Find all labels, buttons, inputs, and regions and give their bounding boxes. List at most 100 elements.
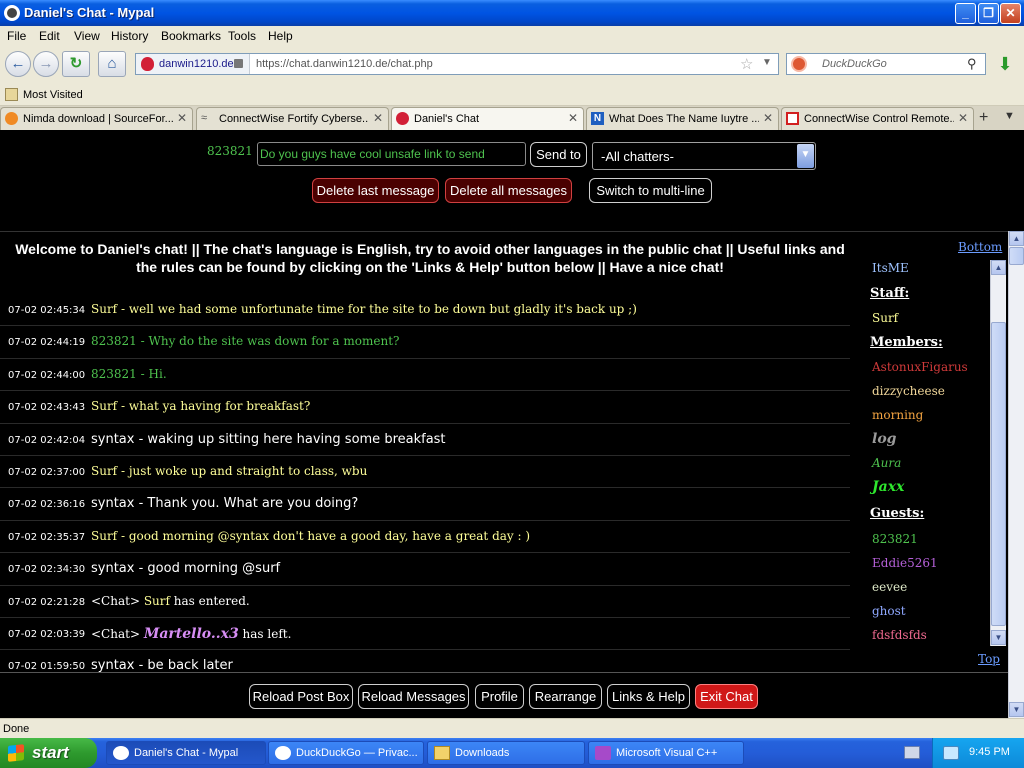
rearrange-button[interactable]: Rearrange — [529, 684, 602, 709]
tab-list-icon[interactable]: ▼ — [1004, 110, 1015, 122]
task-duckduckgo[interactable]: DuckDuckGo — Privac... — [268, 741, 424, 765]
keyboard-icon[interactable] — [904, 746, 920, 759]
search-icon[interactable]: ⚲ — [967, 56, 977, 72]
bookmarks-toolbar: Most Visited — [0, 84, 1024, 106]
scroll-thumb[interactable] — [1009, 247, 1024, 265]
network-icon[interactable] — [943, 746, 959, 760]
scroll-thumb[interactable] — [991, 322, 1006, 626]
menu-file[interactable]: File — [7, 29, 26, 43]
user-eddie5261[interactable]: Eddie5261 — [872, 556, 938, 570]
n-favicon-icon: N — [591, 112, 604, 125]
bookmark-star-icon[interactable]: ☆ — [740, 55, 753, 73]
message-sender: syntax — [91, 431, 135, 447]
tab-connectwise-fortify[interactable]: ≈ ConnectWise Fortify Cyberse... ✕ — [196, 107, 389, 130]
menu-view[interactable]: View — [74, 29, 100, 43]
user-list-scrollbar[interactable]: ▲ ▼ — [990, 260, 1006, 646]
minimize-button[interactable]: _ — [955, 3, 976, 24]
delete-all-messages-button[interactable]: Delete all messages — [445, 178, 572, 203]
tab-strip: Nimda download | SourceFor... ✕ ≈ Connec… — [0, 106, 1024, 131]
user-itsme[interactable]: ItsME — [872, 261, 909, 275]
tab-daniels-chat[interactable]: Daniel's Chat ✕ — [391, 107, 584, 131]
message-body: Surf - well we had some unfortunate time… — [91, 302, 637, 316]
chevron-down-icon[interactable]: ▼ — [797, 144, 814, 168]
window-titlebar: Daniel's Chat - Mypal _ ❐ ✕ — [0, 0, 1024, 26]
task-downloads[interactable]: Downloads — [427, 741, 585, 765]
folder-icon — [434, 746, 450, 760]
close-icon[interactable]: ✕ — [373, 111, 383, 125]
clock[interactable]: 9:45 PM — [969, 746, 1010, 758]
message-timestamp: 07-02 02:37:00 — [8, 466, 86, 478]
user-astonuxfigarus[interactable]: AstonuxFigarus — [872, 360, 968, 374]
menu-bar: File Edit View History Bookmarks Tools H… — [0, 26, 1024, 46]
reload-icon[interactable]: ↻ — [62, 51, 90, 77]
menu-help[interactable]: Help — [268, 29, 293, 43]
menu-bookmarks[interactable]: Bookmarks — [161, 29, 221, 43]
user-dizzycheese[interactable]: dizzycheese — [872, 384, 945, 398]
message-row: 07-02 02:34:30 syntax - good morning @su… — [0, 553, 850, 586]
tab-connectwise-control[interactable]: ConnectWise Control Remote... ✕ — [781, 107, 974, 130]
exit-chat-button[interactable]: Exit Chat — [695, 684, 758, 709]
windows-flag-icon — [8, 744, 24, 762]
address-bar[interactable]: danwin1210.de https://chat.danwin1210.de… — [135, 53, 779, 75]
most-visited-bookmark[interactable]: Most Visited — [23, 89, 83, 101]
task-daniels-chat[interactable]: Daniel's Chat - Mypal — [106, 741, 266, 765]
back-arrow-icon[interactable]: ← — [5, 51, 31, 77]
user-log[interactable]: log — [872, 431, 896, 447]
menu-edit[interactable]: Edit — [39, 29, 60, 43]
url-history-dropdown-icon[interactable]: ▼ — [762, 57, 772, 68]
send-button[interactable]: Send to — [530, 142, 587, 167]
user-surf[interactable]: Surf — [872, 311, 898, 325]
new-tab-icon[interactable]: + — [979, 109, 988, 127]
tab-name-meaning[interactable]: N What Does The Name Iuytre ... ✕ — [586, 107, 779, 130]
switch-multiline-button[interactable]: Switch to multi-line — [589, 178, 712, 203]
chat-controls: Reload Post Box Reload Messages Profile … — [0, 672, 1024, 718]
reload-messages-button[interactable]: Reload Messages — [358, 684, 469, 709]
close-icon[interactable]: ✕ — [763, 111, 773, 125]
forward-arrow-icon[interactable]: → — [33, 51, 59, 77]
message-input[interactable] — [260, 145, 522, 163]
site-identity-box[interactable]: danwin1210.de — [136, 54, 250, 74]
scroll-up-icon[interactable]: ▲ — [991, 260, 1006, 275]
message-row: 07-02 02:44:19 823821 - Why do the site … — [0, 326, 850, 359]
close-window-button[interactable]: ✕ — [1000, 3, 1021, 24]
tab-nimda[interactable]: Nimda download | SourceFor... ✕ — [0, 107, 193, 130]
message-input-box[interactable] — [257, 142, 526, 166]
reload-post-box-button[interactable]: Reload Post Box — [249, 684, 353, 709]
close-icon[interactable]: ✕ — [177, 111, 187, 125]
user-ghost[interactable]: ghost — [872, 604, 906, 618]
task-label: Downloads — [455, 747, 510, 759]
menu-tools[interactable]: Tools — [228, 29, 256, 43]
start-button[interactable]: start — [0, 738, 97, 768]
maximize-button[interactable]: ❐ — [978, 3, 999, 24]
menu-history[interactable]: History — [111, 29, 148, 43]
recipient-select[interactable]: -All chatters- ▼ — [592, 142, 816, 170]
close-icon[interactable]: ✕ — [568, 111, 578, 125]
user-fdsfdsfds[interactable]: fdsfdsfds — [872, 628, 927, 642]
user-morning[interactable]: morning — [872, 408, 923, 422]
delete-last-message-button[interactable]: Delete last message — [312, 178, 439, 203]
scroll-up-icon[interactable]: ▲ — [1009, 231, 1024, 246]
task-label: Daniel's Chat - Mypal — [134, 747, 239, 759]
user-aura[interactable]: Aura — [872, 456, 901, 470]
user-823821[interactable]: 823821 — [872, 532, 918, 546]
task-visual-cpp[interactable]: Microsoft Visual C++ — [588, 741, 744, 765]
bottom-link[interactable]: Bottom — [958, 240, 1002, 254]
page-scrollbar[interactable]: ▲ ▼ — [1008, 231, 1024, 718]
user-jaxx[interactable]: Jaxx — [872, 479, 904, 495]
home-icon[interactable]: ⌂ — [98, 51, 126, 77]
scroll-down-icon[interactable]: ▼ — [991, 630, 1006, 645]
download-arrow-icon[interactable]: ⬇ — [992, 54, 1018, 76]
profile-button[interactable]: Profile — [475, 684, 524, 709]
tab-label: ConnectWise Fortify Cyberse... — [219, 113, 369, 125]
search-box[interactable]: DuckDuckGo ⚲ — [786, 53, 986, 75]
top-link[interactable]: Top — [978, 652, 1000, 666]
message-body: syntax - waking up sitting here having s… — [91, 432, 446, 447]
user-eevee[interactable]: eevee — [872, 580, 907, 594]
staff-heading: Staff: — [870, 286, 910, 301]
scroll-down-icon[interactable]: ▼ — [1009, 702, 1024, 717]
close-icon[interactable]: ✕ — [958, 111, 968, 125]
address-url[interactable]: https://chat.danwin1210.de/chat.php — [256, 58, 433, 70]
duckduckgo-icon[interactable] — [791, 56, 807, 72]
message-name: Surf — [143, 593, 170, 608]
links-help-button[interactable]: Links & Help — [607, 684, 690, 709]
